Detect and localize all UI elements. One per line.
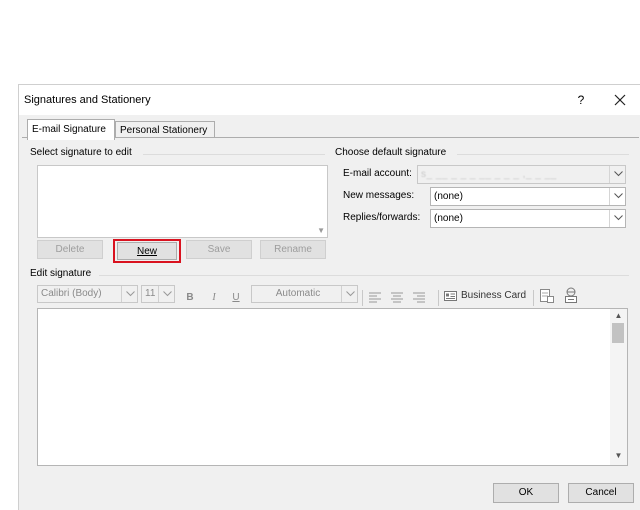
help-button[interactable]: ?	[571, 91, 591, 109]
tab-email-signature-label: E-mail Signature	[32, 124, 106, 135]
align-left-icon[interactable]	[368, 290, 382, 304]
list-scroll-down-icon[interactable]: ▼	[317, 226, 325, 235]
font-color-select[interactable]: Automatic	[251, 285, 358, 303]
align-right-icon[interactable]	[412, 290, 426, 304]
replies-forwards-value: (none)	[434, 213, 463, 224]
select-group-divider	[143, 154, 325, 155]
business-card-label: Business Card	[461, 290, 527, 301]
font-size-dropdown[interactable]	[158, 286, 174, 302]
signature-list[interactable]: ▼	[37, 165, 328, 238]
font-color-value: Automatic	[275, 288, 321, 299]
ok-button[interactable]: OK	[493, 483, 559, 503]
new-messages-dropdown[interactable]	[609, 188, 625, 205]
new-button-label: New	[136, 246, 157, 257]
chevron-down-icon	[614, 215, 623, 221]
tab-personal-stationery-label: Personal Stationery	[120, 125, 208, 136]
font-value: Calibri (Body)	[41, 288, 102, 299]
select-signature-label: Select signature to edit	[30, 147, 132, 158]
bold-button[interactable]: B	[183, 292, 197, 303]
email-account-dropdown[interactable]	[609, 166, 625, 183]
new-messages-label: New messages:	[343, 190, 415, 201]
default-group-divider	[457, 154, 629, 155]
new-messages-select[interactable]: (none)	[430, 187, 626, 206]
business-card-button[interactable]: Business Card	[443, 288, 529, 304]
default-signature-label: Choose default signature	[335, 147, 447, 158]
toolbar-separator	[438, 290, 439, 306]
underline-button[interactable]: U	[229, 292, 243, 303]
email-account-label: E-mail account:	[343, 168, 412, 179]
tab-email-signature[interactable]: E-mail Signature	[27, 119, 115, 140]
align-center-icon[interactable]	[390, 290, 404, 304]
title-bar: Signatures and Stationery ?	[19, 85, 640, 115]
email-account-select[interactable]: s_ __ _ _ _ __ _ _ _ ,_ _ __	[417, 165, 626, 184]
insert-hyperlink-icon[interactable]	[563, 287, 579, 304]
email-account-value: s_ __ _ _ _ __ _ _ _ ,_ _ __	[421, 169, 557, 180]
new-button[interactable]: New	[117, 242, 177, 260]
cancel-button[interactable]: Cancel	[568, 483, 634, 503]
font-size-select[interactable]: 11	[141, 285, 175, 303]
new-button-highlight: New	[113, 239, 181, 263]
font-select[interactable]: Calibri (Body)	[37, 285, 138, 303]
replies-forwards-select[interactable]: (none)	[430, 209, 626, 228]
editor-scrollbar[interactable]: ▲ ▼	[610, 309, 627, 465]
business-card-icon	[444, 291, 457, 301]
chevron-down-icon	[126, 291, 135, 297]
replies-forwards-label: Replies/forwards:	[343, 212, 421, 223]
replies-forwards-dropdown[interactable]	[609, 210, 625, 227]
scroll-thumb[interactable]	[612, 323, 624, 343]
chevron-down-icon	[163, 291, 172, 297]
font-color-dropdown[interactable]	[341, 286, 357, 302]
edit-group-divider	[99, 275, 629, 276]
close-button[interactable]	[609, 89, 631, 111]
scroll-up-icon[interactable]: ▲	[610, 311, 627, 323]
font-size-value: 11	[145, 288, 156, 299]
delete-button[interactable]: Delete	[37, 240, 103, 259]
save-button[interactable]: Save	[186, 240, 252, 259]
chevron-down-icon	[614, 193, 623, 199]
rename-button[interactable]: Rename	[260, 240, 326, 259]
chevron-down-icon	[614, 171, 623, 177]
italic-button[interactable]: I	[207, 292, 221, 303]
new-messages-value: (none)	[434, 191, 463, 202]
toolbar-separator	[362, 290, 363, 306]
insert-picture-icon[interactable]	[539, 288, 555, 304]
close-icon	[614, 94, 626, 106]
edit-signature-label: Edit signature	[30, 268, 92, 279]
chevron-down-icon	[346, 291, 355, 297]
font-dropdown[interactable]	[121, 286, 137, 302]
toolbar-separator	[533, 290, 534, 306]
signature-editor[interactable]: ▲ ▼	[37, 308, 628, 466]
signatures-dialog: Signatures and Stationery ? E-mail Signa…	[18, 84, 640, 510]
scroll-down-icon[interactable]: ▼	[610, 451, 627, 463]
window-title: Signatures and Stationery	[24, 94, 151, 106]
